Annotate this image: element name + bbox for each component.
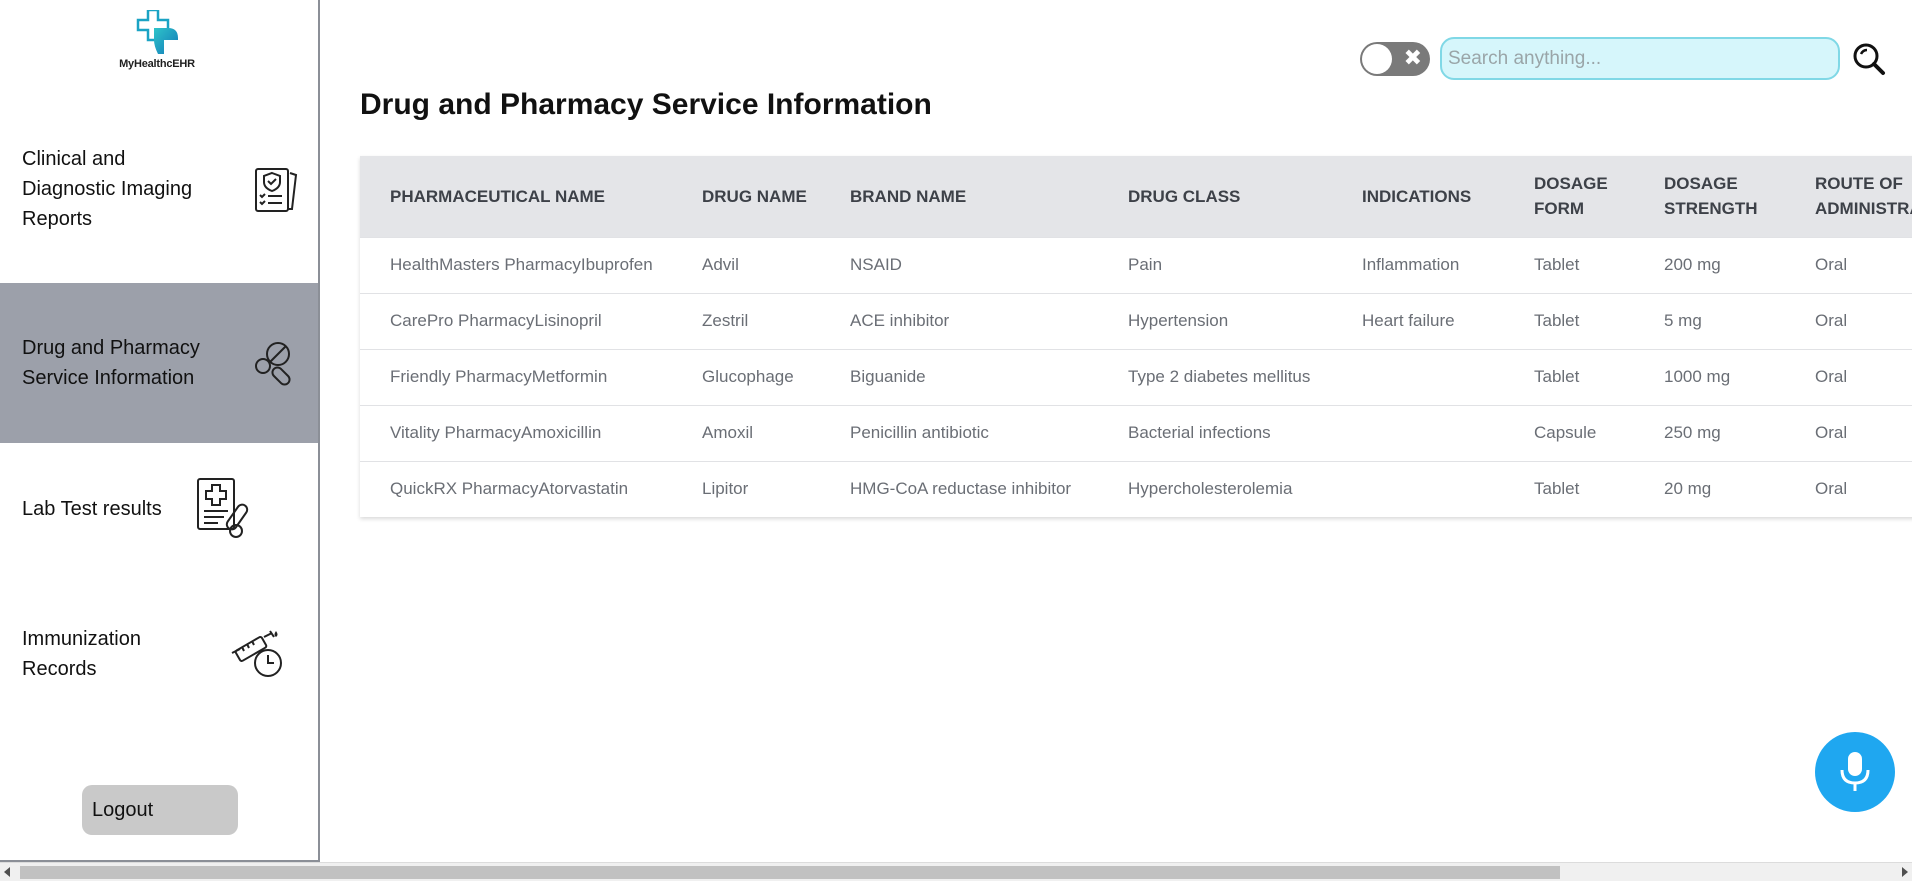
table-cell: NSAID — [850, 255, 902, 274]
logo-cross-icon — [136, 10, 178, 54]
column-header[interactable]: BRAND NAME — [820, 156, 1098, 237]
table-cell: Tablet — [1534, 311, 1580, 330]
scrollbar-thumb[interactable] — [20, 866, 1560, 879]
table-cell: Lipitor — [702, 479, 749, 499]
table-cell: Oral — [1815, 255, 1848, 274]
column-header[interactable]: DRUG NAME — [672, 156, 820, 237]
search-input[interactable] — [1440, 37, 1840, 80]
table-cell: Oral — [1815, 479, 1848, 499]
table-cell: 200 mg — [1664, 255, 1721, 274]
pills-icon — [255, 342, 291, 386]
page-title: Drug and Pharmacy Service Information — [360, 88, 932, 121]
table-cell — [1332, 349, 1504, 405]
table-cell: Oral — [1815, 311, 1848, 330]
table-cell: Hypertension — [1128, 311, 1229, 330]
table-cell: Amoxil — [702, 423, 754, 442]
table-cell: Glucophage — [702, 367, 794, 386]
table-row[interactable]: CarePro PharmacyLisinopril Zestril ACE i… — [360, 293, 1912, 349]
table-cell: CarePro PharmacyLisinopril — [390, 311, 602, 330]
syringe-clock-icon — [231, 630, 282, 677]
table-cell: HMG-CoA reductase inhibitor — [850, 479, 1072, 499]
table-row[interactable]: QuickRX PharmacyAtorvastatin Lipitor HMG… — [360, 461, 1912, 517]
toggle-switch[interactable]: ✖ — [1360, 42, 1430, 76]
column-header[interactable]: ROUTE OF ADMINISTRATION — [1785, 156, 1912, 237]
sidebar: MyHealthcEHR Clinical and Diagnostic Ima… — [0, 0, 320, 862]
table-cell: Heart failure — [1362, 311, 1455, 330]
column-header[interactable]: DOSAGE STRENGTH — [1634, 156, 1785, 237]
table-cell: Zestril — [702, 311, 749, 330]
table-cell: Friendly PharmacyMetformin — [390, 367, 608, 386]
clipboard-shield-icon — [255, 168, 298, 212]
sidebar-item-label: Clinical and Diagnostic Imaging Reports — [22, 148, 193, 230]
horizontal-scrollbar[interactable] — [0, 862, 1912, 881]
lab-report-icon — [197, 478, 249, 538]
sidebar-item-label: Lab Test results — [22, 498, 162, 520]
microphone-icon — [1840, 752, 1870, 791]
table-cell: HealthMasters PharmacyIbuprofen — [390, 255, 653, 274]
table-row[interactable]: Vitality PharmacyAmoxicillin Amoxil Peni… — [360, 405, 1912, 461]
column-header[interactable]: DRUG CLASS — [1098, 156, 1332, 237]
sidebar-item-label: Immunization Records — [22, 628, 141, 680]
table-cell: Capsule — [1534, 423, 1597, 442]
sidebar-item-immunization[interactable]: Immunization Records — [0, 577, 318, 732]
logo-text: MyHealthcEHR — [119, 58, 195, 70]
search-icon — [1853, 43, 1885, 75]
table-cell: Penicillin antibiotic — [850, 423, 989, 442]
table-row[interactable]: Friendly PharmacyMetformin Glucophage Bi… — [360, 349, 1912, 405]
table-cell: 20 mg — [1664, 479, 1712, 499]
table-cell: Hypercholesterolemia — [1128, 479, 1293, 499]
table-cell: ACE inhibitor — [850, 311, 950, 330]
table-row[interactable]: HealthMasters PharmacyIbuprofen Advil NS… — [360, 237, 1912, 293]
table-cell: Inflammation — [1362, 255, 1460, 274]
scroll-right-arrow-icon[interactable] — [1902, 867, 1908, 877]
table-cell: 1000 mg — [1664, 367, 1731, 386]
table-cell: Tablet — [1534, 367, 1580, 386]
table-cell: Pain — [1128, 255, 1163, 274]
table-cell: QuickRX PharmacyAtorvastatin — [390, 479, 629, 499]
column-header[interactable]: DOSAGE FORM — [1504, 156, 1634, 237]
column-header[interactable]: PHARMACEUTICAL NAME — [360, 156, 672, 237]
voice-input-button[interactable] — [1815, 732, 1895, 812]
sidebar-item-imaging-reports[interactable]: Clinical and Diagnostic Imaging Reports — [0, 115, 318, 283]
table-cell: Bacterial infections — [1128, 423, 1271, 442]
close-icon: ✖ — [1403, 45, 1422, 70]
table-cell: Biguanide — [850, 367, 926, 386]
table-cell: 5 mg — [1664, 311, 1702, 330]
drug-table: PHARMACEUTICAL NAME DRUG NAME BRAND NAME… — [360, 156, 1912, 517]
table-header-row: PHARMACEUTICAL NAME DRUG NAME BRAND NAME… — [360, 156, 1912, 237]
table-cell: Advil — [702, 255, 739, 274]
table-cell: 250 mg — [1664, 423, 1721, 442]
sidebar-item-label: Drug and Pharmacy Service Information — [22, 337, 200, 389]
column-header[interactable]: INDICATIONS — [1332, 156, 1504, 237]
table-cell — [1332, 405, 1504, 461]
logout-button[interactable]: Logout — [82, 785, 238, 835]
table-cell: Oral — [1815, 367, 1848, 386]
table-cell: Vitality PharmacyAmoxicillin — [390, 423, 602, 442]
search-button[interactable] — [1852, 42, 1886, 76]
app-logo: MyHealthcEHR — [112, 10, 202, 76]
scroll-left-arrow-icon[interactable] — [4, 867, 10, 877]
table-cell — [1332, 461, 1504, 517]
sidebar-item-drug-pharmacy[interactable]: Drug and Pharmacy Service Information — [0, 283, 318, 443]
table-cell: Type 2 diabetes mellitus — [1128, 367, 1311, 386]
sidebar-item-lab-results[interactable]: Lab Test results — [0, 443, 318, 577]
table-cell: Tablet — [1534, 255, 1580, 274]
toggle-knob — [1362, 44, 1392, 74]
table-cell: Oral — [1815, 423, 1848, 442]
table-cell: Tablet — [1534, 479, 1580, 499]
